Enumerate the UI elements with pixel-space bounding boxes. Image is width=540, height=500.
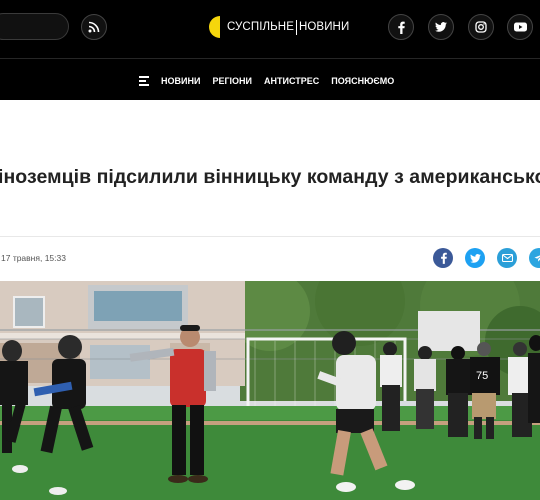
twitter-share-icon[interactable]	[465, 248, 485, 268]
logo-text-secondary: НОВИНИ	[298, 21, 350, 33]
jersey-number: 75	[476, 370, 488, 382]
logo-separator	[295, 19, 297, 35]
menu-icon[interactable]	[139, 75, 151, 87]
youtube-icon[interactable]	[507, 14, 533, 40]
logo-mark-icon	[209, 16, 220, 38]
nav-item-antistress[interactable]: АНТИСТРЕС	[264, 76, 319, 86]
article-date: 17 травня, 15:33	[1, 253, 66, 263]
facebook-share-icon[interactable]	[433, 248, 453, 268]
logo-text-primary: СУСПІЛЬНЕ	[227, 21, 294, 33]
twitter-icon[interactable]	[428, 14, 454, 40]
article-photo: 75	[0, 281, 540, 500]
email-share-icon[interactable]	[497, 248, 517, 268]
search-input[interactable]	[0, 13, 69, 40]
telegram-share-icon[interactable]	[529, 248, 540, 268]
instagram-icon[interactable]	[468, 14, 494, 40]
facebook-icon[interactable]	[388, 14, 414, 40]
header-divider	[0, 58, 540, 59]
site-header: СУСПІЛЬНЕ НОВИНИ НОВИНИ РЕГІОНИ АНТИСТРЕ…	[0, 0, 540, 100]
nav-item-regions[interactable]: РЕГІОНИ	[212, 76, 252, 86]
main-nav: НОВИНИ РЕГІОНИ АНТИСТРЕС ПОЯСНЮЄМО	[139, 72, 406, 90]
nav-item-explain[interactable]: ПОЯСНЮЄМО	[331, 76, 394, 86]
football-training-image: 75	[0, 281, 540, 500]
site-logo[interactable]: СУСПІЛЬНЕ НОВИНИ	[209, 14, 349, 40]
article-title: іноземців підсилили вінницьку команду з …	[0, 166, 540, 188]
nav-item-news[interactable]: НОВИНИ	[161, 76, 200, 86]
title-divider	[0, 236, 540, 237]
rss-icon[interactable]	[81, 14, 107, 40]
